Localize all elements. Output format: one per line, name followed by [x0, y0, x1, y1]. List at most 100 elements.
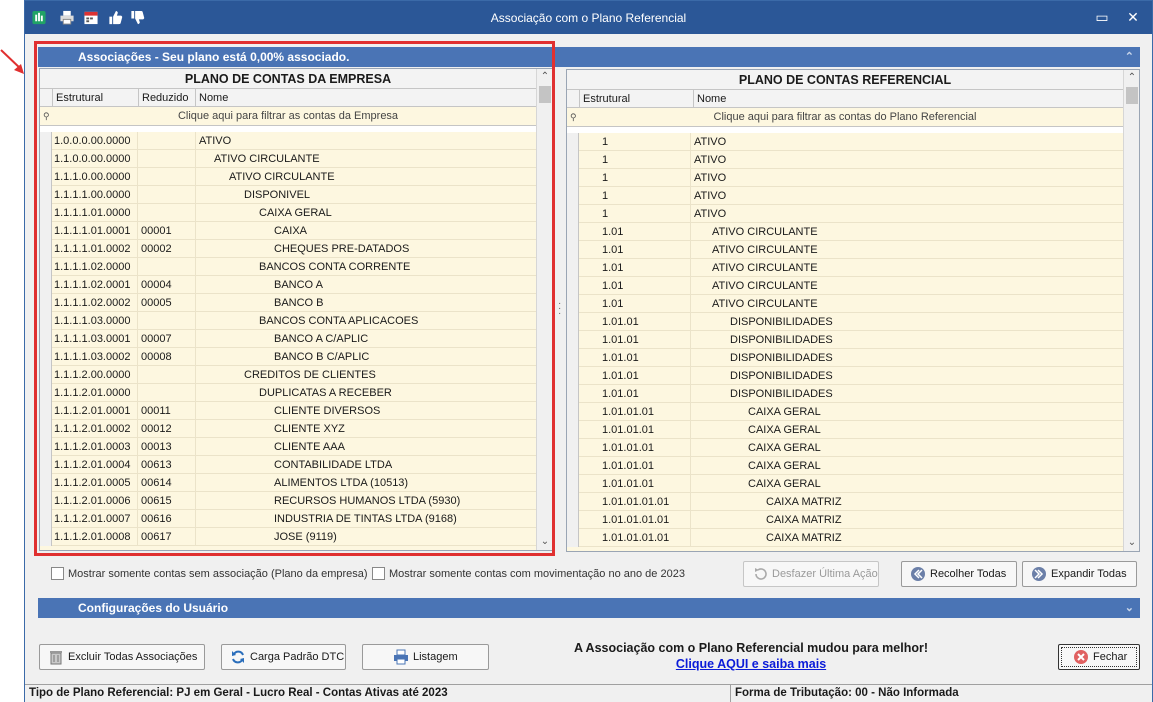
- cell-estrutural: 1.01.01: [581, 313, 691, 331]
- undo-icon: [755, 568, 767, 580]
- table-row[interactable]: 1 ATIVO: [567, 151, 1123, 169]
- table-row[interactable]: 1.01 ATIVO CIRCULANTE: [567, 295, 1123, 313]
- listing-label: Listagem: [413, 651, 458, 663]
- row-indicator[interactable]: [567, 385, 579, 403]
- cell-nome: CAIXA GERAL: [748, 478, 821, 490]
- cell-nome: ATIVO: [694, 190, 727, 202]
- row-indicator[interactable]: [567, 169, 579, 187]
- table-row[interactable]: 1.01 ATIVO CIRCULANTE: [567, 259, 1123, 277]
- table-row[interactable]: 1.01.01.01 CAIXA GERAL: [567, 457, 1123, 475]
- row-indicator[interactable]: [567, 277, 579, 295]
- row-indicator[interactable]: [567, 529, 579, 547]
- row-indicator[interactable]: [567, 403, 579, 421]
- table-row[interactable]: 1.01.01.01.01 CAIXA MATRIZ: [567, 493, 1123, 511]
- table-row[interactable]: 1.01.01 DISPONIBILIDADES: [567, 313, 1123, 331]
- cell-estrutural: 1: [581, 205, 691, 223]
- cell-nome: ATIVO CIRCULANTE: [712, 280, 818, 292]
- expand-all-button[interactable]: Expandir Todas: [1022, 561, 1137, 587]
- table-row[interactable]: 1.01 ATIVO CIRCULANTE: [567, 241, 1123, 259]
- table-row[interactable]: 1.01.01.01 CAIXA GERAL: [567, 421, 1123, 439]
- row-indicator[interactable]: [567, 493, 579, 511]
- scroll-down-icon[interactable]: ⌄: [1124, 535, 1139, 551]
- row-indicator[interactable]: [567, 187, 579, 205]
- undo-button[interactable]: Desfazer Última Ação: [743, 561, 879, 587]
- cell-estrutural: 1.01: [581, 259, 691, 277]
- load-dtc-button[interactable]: Carga Padrão DTC: [221, 644, 346, 670]
- row-indicator[interactable]: [567, 259, 579, 277]
- scroll-up-icon[interactable]: ⌃: [1124, 70, 1139, 86]
- table-row[interactable]: 1.01.01.01 CAIXA GERAL: [567, 403, 1123, 421]
- table-row[interactable]: 1.01 ATIVO CIRCULANTE: [567, 223, 1123, 241]
- row-indicator[interactable]: [567, 349, 579, 367]
- collapse-all-button[interactable]: Recolher Todas: [901, 561, 1017, 587]
- expand-chevron-icon[interactable]: ⌄: [1125, 598, 1134, 618]
- cell-estrutural: 1.01.01: [581, 385, 691, 403]
- row-indicator[interactable]: [567, 367, 579, 385]
- learn-more-link[interactable]: Clique AQUI e saiba mais: [561, 657, 941, 671]
- cell-nome: ATIVO CIRCULANTE: [712, 244, 818, 256]
- cell-nome: DISPONIBILIDADES: [730, 334, 833, 346]
- table-row[interactable]: 1.01 ATIVO CIRCULANTE: [567, 277, 1123, 295]
- table-row[interactable]: 1.01.01.01 CAIXA GERAL: [567, 439, 1123, 457]
- cell-nome: DISPONIBILIDADES: [730, 370, 833, 382]
- row-indicator[interactable]: [567, 331, 579, 349]
- info-message-text: A Associação com o Plano Referencial mud…: [573, 641, 929, 655]
- window-title: Associação com o Plano Referencial: [490, 11, 687, 25]
- table-row[interactable]: 1.01.01.01 CAIXA GERAL: [567, 475, 1123, 493]
- referencial-vertical-scrollbar[interactable]: ⌃ ⌄: [1123, 70, 1139, 551]
- referencial-column-headers: Estrutural Nome: [567, 90, 1123, 108]
- filter-icon: ⚲: [570, 112, 577, 122]
- row-indicator[interactable]: [567, 421, 579, 439]
- table-row[interactable]: 1 ATIVO: [567, 169, 1123, 187]
- row-indicator[interactable]: [567, 241, 579, 259]
- table-row[interactable]: 1.01.01 DISPONIBILIDADES: [567, 367, 1123, 385]
- cell-estrutural: 1.01.01.01: [581, 439, 691, 457]
- table-row[interactable]: 1.01.01.01.01 CAIXA MATRIZ: [567, 529, 1123, 547]
- row-indicator[interactable]: [567, 511, 579, 529]
- row-indicator[interactable]: [567, 313, 579, 331]
- row-indicator[interactable]: [567, 133, 579, 151]
- collapse-chevron-icon[interactable]: ⌃: [1125, 47, 1134, 67]
- checkbox-unchecked[interactable]: [372, 567, 385, 580]
- row-indicator[interactable]: [567, 295, 579, 313]
- row-indicator[interactable]: [567, 151, 579, 169]
- cell-nome: CAIXA MATRIZ: [766, 514, 842, 526]
- table-row[interactable]: 1 ATIVO: [567, 187, 1123, 205]
- table-row[interactable]: 1 ATIVO: [567, 205, 1123, 223]
- referencial-accounts-grid[interactable]: PLANO DE CONTAS REFERENCIAL Estrutural N…: [566, 69, 1140, 552]
- table-row[interactable]: 1.01.01 DISPONIBILIDADES: [567, 331, 1123, 349]
- maximize-button[interactable]: ▭: [1087, 7, 1117, 27]
- collapse-all-icon: [911, 567, 925, 581]
- chk-sem-associacao[interactable]: Mostrar somente contas sem associação (P…: [51, 567, 371, 581]
- scroll-thumb[interactable]: [1126, 87, 1138, 104]
- cell-estrutural: 1.01: [581, 295, 691, 313]
- grid-splitter[interactable]: · · ·: [558, 299, 562, 319]
- user-config-header[interactable]: Configurações do Usuário ⌄: [38, 598, 1140, 618]
- row-indicator[interactable]: [567, 457, 579, 475]
- table-row[interactable]: 1.01.01.01.01 CAIXA MATRIZ: [567, 511, 1123, 529]
- cell-estrutural: 1.01.01.01.01: [581, 511, 691, 529]
- cell-nome: ATIVO CIRCULANTE: [712, 226, 818, 238]
- col-estrutural[interactable]: Estrutural: [579, 90, 693, 108]
- close-dialog-button[interactable]: Fechar: [1058, 644, 1140, 670]
- table-row[interactable]: 1.01.01 DISPONIBILIDADES: [567, 385, 1123, 403]
- cell-estrutural: 1: [581, 133, 691, 151]
- row-indicator[interactable]: [567, 439, 579, 457]
- cell-estrutural: 1.01.01: [581, 331, 691, 349]
- row-indicator[interactable]: [567, 223, 579, 241]
- table-row[interactable]: 1.01.01 DISPONIBILIDADES: [567, 349, 1123, 367]
- col-nome[interactable]: Nome: [693, 90, 1123, 108]
- referencial-filter-row[interactable]: ⚲ Clique aqui para filtrar as contas do …: [567, 108, 1123, 127]
- close-button[interactable]: ✕: [1118, 7, 1148, 27]
- delete-all-button[interactable]: Excluir Todas Associações: [39, 644, 205, 670]
- print-icon: [394, 649, 408, 665]
- row-indicator[interactable]: [567, 205, 579, 223]
- row-indicator[interactable]: [567, 475, 579, 493]
- referencial-grid-title: PLANO DE CONTAS REFERENCIAL: [567, 70, 1123, 90]
- table-row[interactable]: 1 ATIVO: [567, 133, 1123, 151]
- checkbox-unchecked[interactable]: [51, 567, 64, 580]
- chk-movimentacao[interactable]: Mostrar somente contas com movimentação …: [372, 567, 692, 581]
- info-message: A Associação com o Plano Referencial mud…: [561, 641, 941, 671]
- listing-button[interactable]: Listagem: [362, 644, 489, 670]
- cell-estrutural: 1.01.01.01: [581, 475, 691, 493]
